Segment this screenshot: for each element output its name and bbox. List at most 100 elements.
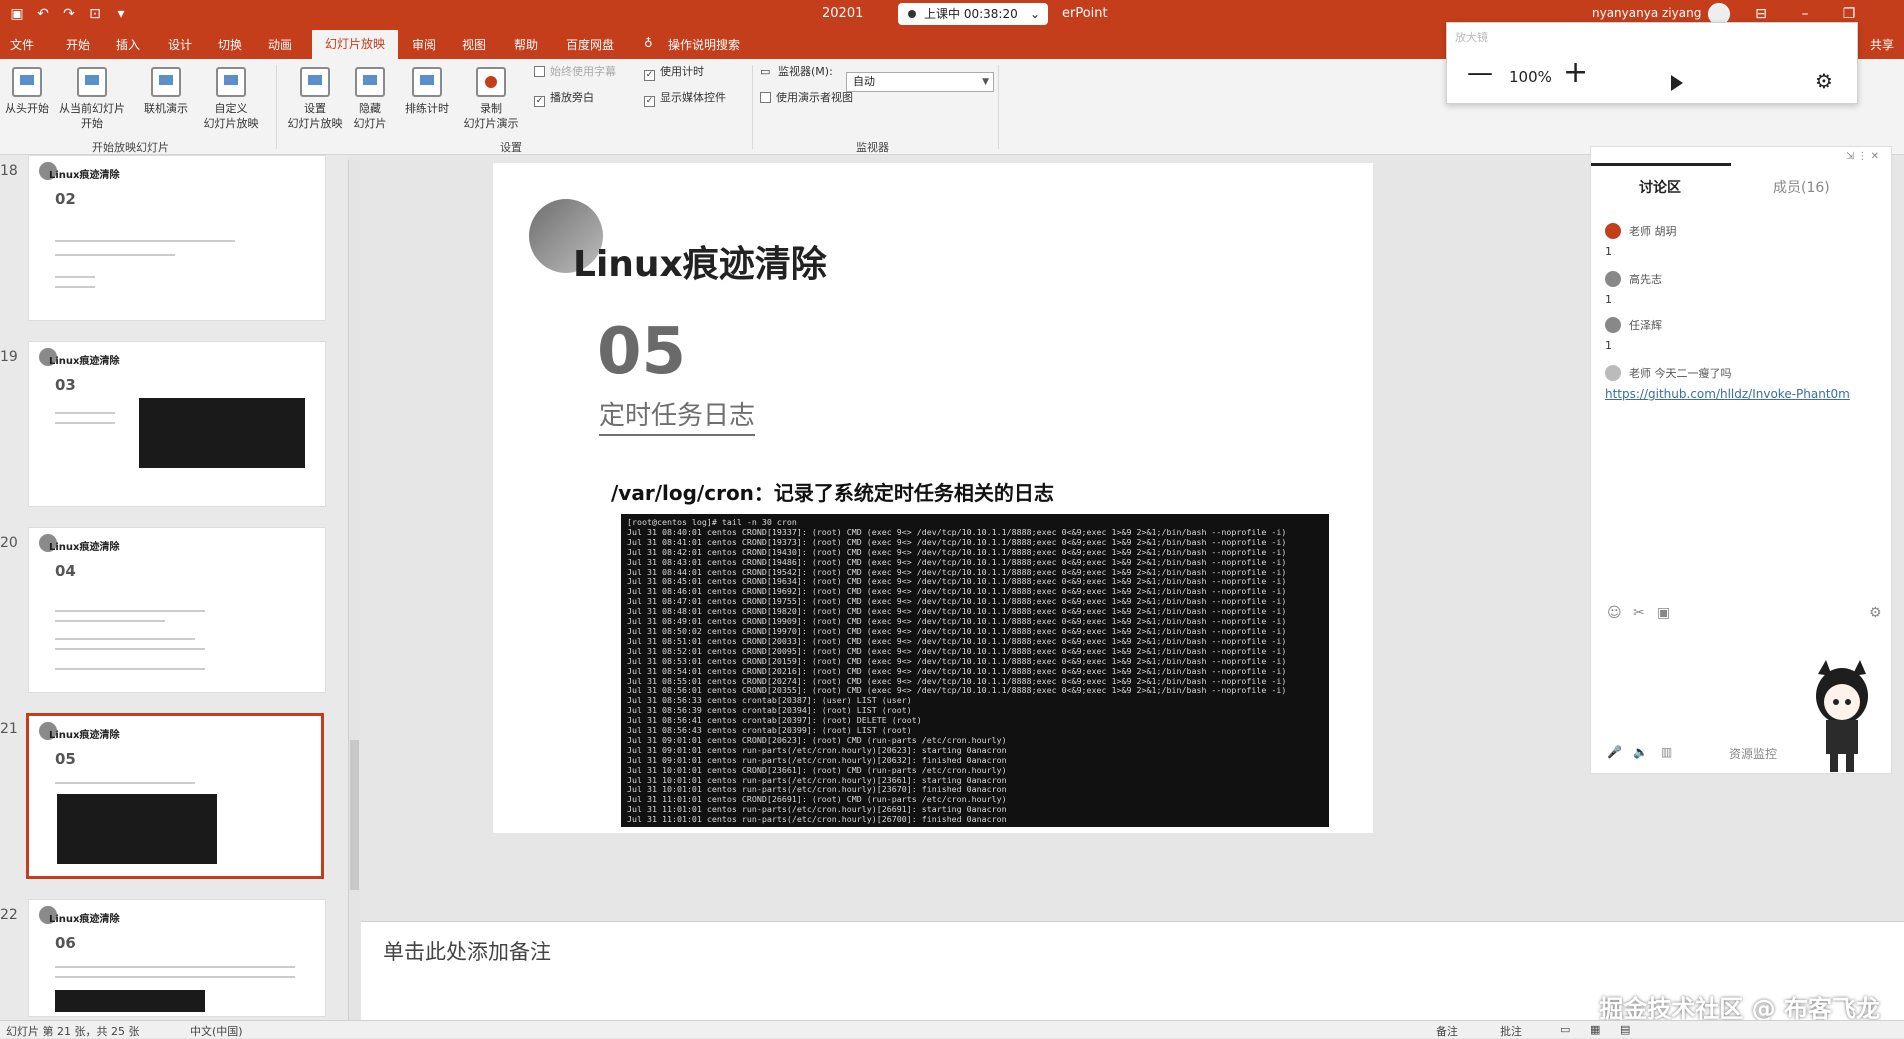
redo-icon[interactable]: ↷ xyxy=(60,5,78,23)
record-slideshow-button[interactable]: 录制 幻灯片演示 xyxy=(456,67,526,131)
setup-slideshow-icon xyxy=(300,67,330,97)
undo-icon[interactable]: ↶ xyxy=(34,5,52,23)
tab-review[interactable]: 审阅 xyxy=(412,36,436,53)
restore-icon[interactable]: ❐ xyxy=(1840,5,1858,23)
emoji-icon[interactable]: ☺ xyxy=(1607,605,1622,621)
tab-discussion[interactable]: 讨论区 xyxy=(1639,177,1681,197)
speaker-icon[interactable]: 🔈 xyxy=(1633,745,1648,759)
current-slide[interactable]: Linux痕迹清除 05 定时任务日志 /var/log/cron：记录了系统定… xyxy=(493,163,1373,833)
window-title-right: erPoint xyxy=(1062,6,1108,21)
comments-toggle[interactable]: 批注 xyxy=(1500,1023,1522,1039)
tab-file[interactable]: 文件 xyxy=(10,36,34,53)
monitor-select[interactable]: 自动 ▼ xyxy=(846,72,994,92)
hide-label: 隐藏 xyxy=(359,102,381,115)
slide-subtitle: 定时任务日志 xyxy=(599,395,755,436)
setup-slideshow-button[interactable]: 设置 幻灯片放映 xyxy=(282,67,348,131)
minimize-icon[interactable]: – xyxy=(1796,5,1814,23)
thumbnail-scrollbar[interactable] xyxy=(348,160,360,1020)
normal-view-icon[interactable]: ▭ xyxy=(1560,1023,1570,1036)
tab-view[interactable]: 视图 xyxy=(462,36,486,53)
recording-indicator[interactable]: 上课中 00:38:20 ⌄ xyxy=(898,3,1048,25)
thumb-text-line xyxy=(55,620,165,622)
scrollbar-thumb[interactable] xyxy=(350,740,359,890)
tab-home[interactable]: 开始 xyxy=(66,36,90,53)
slide-thumbnail[interactable]: Linux痕迹清除 03 xyxy=(28,341,326,507)
use-timings-checkbox[interactable]: ✓使用计时 xyxy=(644,65,704,81)
slideshow-start-icon xyxy=(12,67,42,97)
online-present-button[interactable]: 联机演示 xyxy=(136,67,196,116)
gear-icon[interactable]: ⚙ xyxy=(1815,69,1833,93)
zoom-in-button[interactable]: + xyxy=(1563,59,1588,87)
checkbox-icon xyxy=(534,66,545,77)
chat-window-controls-icon[interactable]: ⇲ ⋮ ✕ xyxy=(1846,151,1879,162)
share-button[interactable]: 共享 xyxy=(1870,36,1894,53)
tab-transitions[interactable]: 切换 xyxy=(218,36,242,53)
checkbox-icon xyxy=(760,92,771,103)
chat-toolbar: ☺ ✂ ▣ ⚙ xyxy=(1591,605,1891,625)
user-name[interactable]: nyanyanya ziyang xyxy=(1592,6,1701,20)
notes-placeholder: 单击此处添加备注 xyxy=(383,936,551,966)
show-media-controls-checkbox[interactable]: ✓显示媒体控件 xyxy=(644,91,726,107)
play-icon[interactable] xyxy=(1671,75,1683,91)
tab-design[interactable]: 设计 xyxy=(168,36,192,53)
notes-toggle[interactable]: 备注 xyxy=(1436,1023,1458,1039)
tab-animations[interactable]: 动画 xyxy=(268,36,292,53)
slide-thumbnail[interactable]: Linux痕迹清除 02 xyxy=(28,155,326,321)
group-label-monitors: 监视器 xyxy=(856,139,889,155)
thumb-section: 04 xyxy=(55,562,76,580)
from-beginning-button[interactable]: 从头开始 xyxy=(2,67,52,116)
slide-thumbnail[interactable]: Linux痕迹清除 06 xyxy=(28,899,326,1017)
show-media-controls-label: 显示媒体控件 xyxy=(660,91,726,104)
zoom-out-button[interactable]: — xyxy=(1467,63,1493,83)
rehearse-timings-button[interactable]: 排练计时 xyxy=(396,67,458,116)
image-icon[interactable]: ▣ xyxy=(1657,605,1670,621)
play-narrations-label: 播放旁白 xyxy=(550,91,594,104)
thumb-title: Linux痕迹清除 xyxy=(49,726,120,741)
thumb-number: 21 xyxy=(0,721,18,737)
tab-baidu-netdisk[interactable]: 百度网盘 xyxy=(566,36,614,53)
terminal-line: Jul 31 08:54:01 centos CROND[20216]: (ro… xyxy=(627,667,1323,677)
tell-me-search[interactable]: 操作说明搜索 xyxy=(668,36,740,53)
presenter-view-checkbox[interactable]: 使用演示者视图 xyxy=(760,91,853,105)
settings-icon[interactable]: ⚙ xyxy=(1869,605,1882,621)
tab-insert[interactable]: 插入 xyxy=(116,36,140,53)
quick-access-menu-icon[interactable]: ▾ xyxy=(112,5,130,23)
bar-chart-icon[interactable]: ▥ xyxy=(1661,745,1672,759)
hide-slide-button[interactable]: 隐藏 幻灯片 xyxy=(348,67,392,131)
from-current-label-2: 开始 xyxy=(81,117,103,130)
slide-thumbnail-selected[interactable]: Linux痕迹清除 05 xyxy=(26,713,324,879)
avatar xyxy=(1605,317,1621,333)
terminal-line: Jul 31 11:01:01 centos run-parts(/etc/cr… xyxy=(627,815,1323,825)
save-icon[interactable]: ▣ xyxy=(8,5,26,23)
custom-slideshow-icon xyxy=(216,67,246,97)
thumb-text-line xyxy=(55,276,95,278)
scissors-icon[interactable]: ✂ xyxy=(1633,605,1645,621)
play-narrations-checkbox[interactable]: ✓播放旁白 xyxy=(534,91,594,107)
tab-slideshow[interactable]: 幻灯片放映 xyxy=(312,30,398,59)
thumb-text-line xyxy=(55,422,115,424)
hide-slide-icon xyxy=(355,67,385,97)
setup-label-2: 幻灯片放映 xyxy=(288,117,343,130)
avatar xyxy=(1605,271,1621,287)
custom-slideshow-button[interactable]: 自定义 幻灯片放映 xyxy=(196,67,266,131)
slide-thumbnail[interactable]: Linux痕迹清除 04 xyxy=(28,527,326,693)
tab-members[interactable]: 成员(16) xyxy=(1773,177,1830,197)
tab-help[interactable]: 帮助 xyxy=(514,36,538,53)
thumb-terminal-image xyxy=(57,794,217,864)
language-indicator[interactable]: 中文(中国) xyxy=(190,1023,243,1039)
thumb-text-line xyxy=(55,610,205,612)
monitor-label: 监视器(M): xyxy=(778,65,833,79)
mascot-image xyxy=(1796,656,1882,776)
microphone-icon[interactable]: 🎤 xyxy=(1607,745,1622,759)
resource-monitor-label[interactable]: 资源监控 xyxy=(1729,745,1777,762)
reading-view-icon[interactable]: ▤ xyxy=(1620,1023,1630,1036)
chat-message-author: 老师 今天二一瘦了吗 xyxy=(1605,365,1732,381)
hide-label-2: 幻灯片 xyxy=(354,117,387,130)
chat-link[interactable]: https://github.com/hlldz/Invoke-Phant0m xyxy=(1605,387,1850,401)
ribbon-display-options-icon[interactable]: ⊟ xyxy=(1752,5,1770,23)
group-label-start: 开始放映幻灯片 xyxy=(92,139,169,155)
slide-sorter-icon[interactable]: ▦ xyxy=(1590,1023,1600,1036)
present-from-start-icon[interactable]: ⊡ xyxy=(86,5,104,23)
from-current-button[interactable]: 从当前幻灯片 开始 xyxy=(54,67,130,131)
custom-label: 自定义 xyxy=(215,102,248,115)
